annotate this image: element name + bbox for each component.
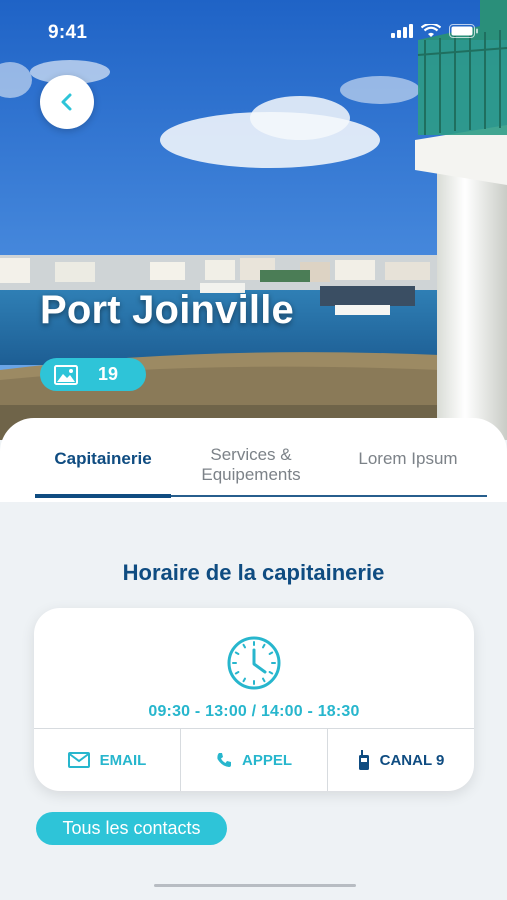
tab-capitainerie[interactable]: Capitainerie xyxy=(35,418,171,500)
port-title: Port Joinville xyxy=(40,288,294,332)
hours-card: 09:30 - 13:00 / 14:00 - 18:30 EMAIL APPE… xyxy=(34,608,474,791)
section-title: Horaire de la capitainerie xyxy=(122,560,385,585)
phone-icon xyxy=(217,753,231,767)
status-time: 9:41 xyxy=(48,22,88,43)
call-button[interactable]: APPEL xyxy=(180,729,327,791)
tab-bar: Capitainerie Services & Equipements Lore… xyxy=(0,418,507,502)
active-tab-indicator xyxy=(35,494,171,498)
tab-services-equipements[interactable]: Services & Equipements xyxy=(186,418,316,506)
call-label: APPEL xyxy=(241,751,292,769)
signal-icon xyxy=(391,24,413,38)
status-bar: 9:41 xyxy=(0,0,507,60)
battery-icon xyxy=(449,24,478,38)
all-contacts-button[interactable]: Tous les contacts xyxy=(36,812,227,845)
opening-hours: 09:30 - 13:00 / 14:00 - 18:30 xyxy=(148,703,360,720)
radio-label: CANAL 9 xyxy=(379,751,445,769)
hero-image: 9:41 Port Joinville 19 xyxy=(0,0,507,440)
screen: 9:41 Port Joinville 19 Capitainerie Serv… xyxy=(0,0,507,900)
photo-gallery-badge[interactable]: 19 xyxy=(40,358,146,391)
chevron-left-icon xyxy=(61,93,72,111)
radio-icon xyxy=(358,750,369,770)
mail-icon xyxy=(67,752,90,768)
home-indicator xyxy=(154,884,356,887)
status-icons xyxy=(391,24,479,38)
photo-count: 19 xyxy=(98,364,119,384)
radio-channel-button[interactable]: CANAL 9 xyxy=(327,729,474,791)
email-button[interactable]: EMAIL xyxy=(34,729,180,791)
tab-lorem-ipsum[interactable]: Lorem Ipsum xyxy=(340,418,476,500)
contact-actions: EMAIL APPEL CANAL 9 xyxy=(34,729,474,791)
back-button[interactable] xyxy=(40,75,94,129)
image-icon xyxy=(54,364,78,385)
email-label: EMAIL xyxy=(99,751,147,769)
wifi-icon xyxy=(421,24,441,37)
clock-icon xyxy=(227,636,281,690)
